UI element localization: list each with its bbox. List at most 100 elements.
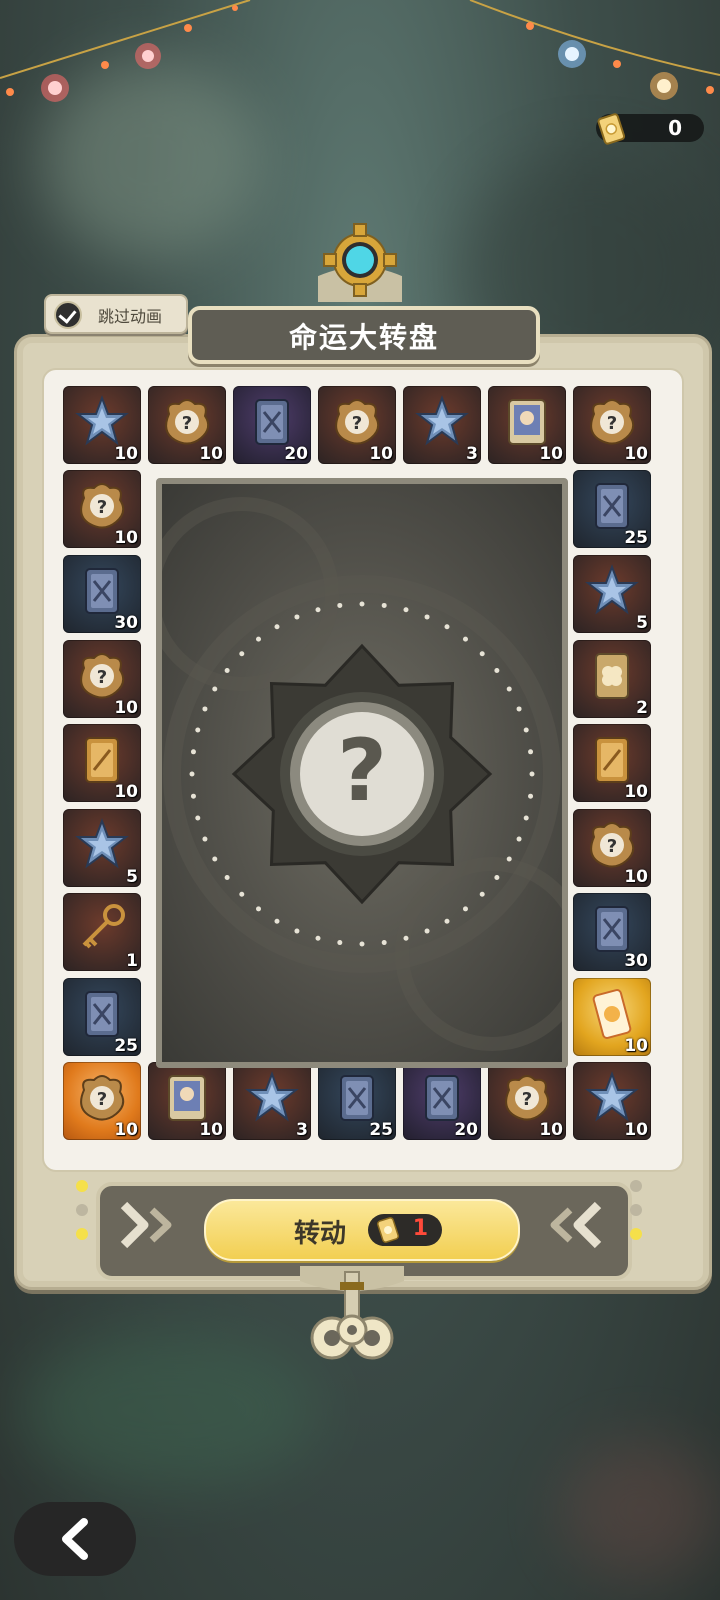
indicator-light <box>630 1228 642 1240</box>
clover-card-icon <box>584 648 640 708</box>
prize-cell: 25 <box>573 470 651 548</box>
prize-count: 30 <box>114 613 138 633</box>
indicator-light <box>630 1180 642 1192</box>
prize-count: 25 <box>624 528 648 548</box>
prize-count: 10 <box>539 444 563 464</box>
ticket-icon <box>594 110 628 150</box>
prize-count: 20 <box>284 444 308 464</box>
prize-cell: 3 <box>403 386 481 464</box>
indicator-light <box>76 1228 88 1240</box>
mystery-reward-panel: ? <box>156 478 568 1068</box>
prize-count: 10 <box>114 1120 138 1140</box>
svg-text:?: ? <box>97 1089 107 1110</box>
prize-cell: 10 <box>573 724 651 802</box>
key-icon <box>74 901 130 961</box>
prize-cell: 3 <box>233 1062 311 1140</box>
prize-count: 3 <box>466 444 478 464</box>
prize-count: 10 <box>199 1120 223 1140</box>
prize-count: 10 <box>624 444 648 464</box>
prize-count: 10 <box>114 444 138 464</box>
prize-cell: 25 <box>318 1062 396 1140</box>
background-blur <box>560 1440 720 1580</box>
prize-cell: 10 <box>573 1062 651 1140</box>
prize-cell: 20 <box>233 386 311 464</box>
prize-cell: ? 10 <box>63 470 141 548</box>
indicator-light <box>76 1180 88 1192</box>
prize-count: 25 <box>369 1120 393 1140</box>
prize-cell: 1 <box>63 893 141 971</box>
prize-cell: ? 10 <box>488 1062 566 1140</box>
prize-count: 10 <box>624 867 648 887</box>
prize-count: 10 <box>624 1036 648 1056</box>
prize-cell: 10 <box>63 724 141 802</box>
skip-animation-label: 跳过动画 <box>98 307 163 326</box>
page-title: 命运大转盘 <box>288 321 439 354</box>
prize-count: 5 <box>126 867 138 887</box>
chevron-left-icon <box>550 1201 602 1249</box>
prize-count: 30 <box>624 951 648 971</box>
prize-count: 10 <box>114 782 138 802</box>
prize-cell: ? 10 <box>573 386 651 464</box>
prize-cell: 2 <box>573 640 651 718</box>
prize-cell: 10 <box>573 978 651 1056</box>
spin-cost: 1 <box>368 1214 442 1246</box>
spin-button[interactable]: 转动 1 <box>204 1199 520 1261</box>
prize-count: 10 <box>369 444 393 464</box>
ticket-counter: 0 <box>596 113 704 145</box>
indicator-light <box>630 1204 642 1216</box>
question-mark: ? <box>337 721 387 821</box>
prize-cell: 20 <box>403 1062 481 1140</box>
background-blur <box>20 1330 320 1490</box>
star-badge-icon <box>244 1070 300 1130</box>
prize-count: 10 <box>199 444 223 464</box>
prize-count: 2 <box>636 698 648 718</box>
star-badge-icon <box>414 394 470 454</box>
indicator-light <box>76 1204 88 1216</box>
prize-cell: ? 10 <box>148 386 226 464</box>
svg-text:?: ? <box>607 836 617 857</box>
prize-cell: 5 <box>63 809 141 887</box>
prize-cell: ? 10 <box>63 640 141 718</box>
prize-cell: 30 <box>63 555 141 633</box>
ticket-count: 0 <box>668 116 682 140</box>
prize-cell: 10 <box>488 386 566 464</box>
spin-cost-value: 1 <box>412 1216 428 1241</box>
mystery-gear-icon: ? <box>162 497 562 1051</box>
prize-count: 10 <box>539 1120 563 1140</box>
prize-cell: ? 10 <box>573 809 651 887</box>
prize-count: 10 <box>114 528 138 548</box>
prize-cell: 10 <box>148 1062 226 1140</box>
prize-count: 5 <box>636 613 648 633</box>
prize-count: 10 <box>624 1120 648 1140</box>
prize-cell: 30 <box>573 893 651 971</box>
star-badge-icon <box>74 817 130 877</box>
prize-cell: ? 10 <box>318 386 396 464</box>
back-arrow-icon <box>62 1518 88 1560</box>
skip-animation-toggle[interactable]: 跳过动画 <box>44 294 188 334</box>
svg-text:?: ? <box>352 413 362 434</box>
string-lights <box>0 0 720 102</box>
gear-ornament-icon <box>318 223 402 302</box>
prize-count: 20 <box>454 1120 478 1140</box>
prize-count: 25 <box>114 1036 138 1056</box>
svg-text:?: ? <box>522 1089 532 1110</box>
back-button[interactable] <box>14 1502 136 1576</box>
title-plate: 命运大转盘 <box>188 306 540 364</box>
prize-count: 10 <box>624 782 648 802</box>
svg-text:?: ? <box>97 667 107 688</box>
ticket-icon <box>374 1216 402 1248</box>
checkbox-checked-icon[interactable] <box>54 301 82 329</box>
svg-text:?: ? <box>97 497 107 518</box>
key-ornament-icon <box>300 1266 404 1360</box>
prize-cell: 25 <box>63 978 141 1056</box>
star-badge-icon <box>584 563 640 623</box>
svg-text:?: ? <box>607 413 617 434</box>
prize-cell: 5 <box>573 555 651 633</box>
chevron-right-icon <box>120 1201 172 1249</box>
svg-text:?: ? <box>182 413 192 434</box>
prize-count: 1 <box>126 951 138 971</box>
prize-cell: ? 10 <box>63 1062 141 1140</box>
prize-count: 3 <box>296 1120 308 1140</box>
spin-label: 转动 <box>294 1219 347 1249</box>
prize-cell: 10 <box>63 386 141 464</box>
